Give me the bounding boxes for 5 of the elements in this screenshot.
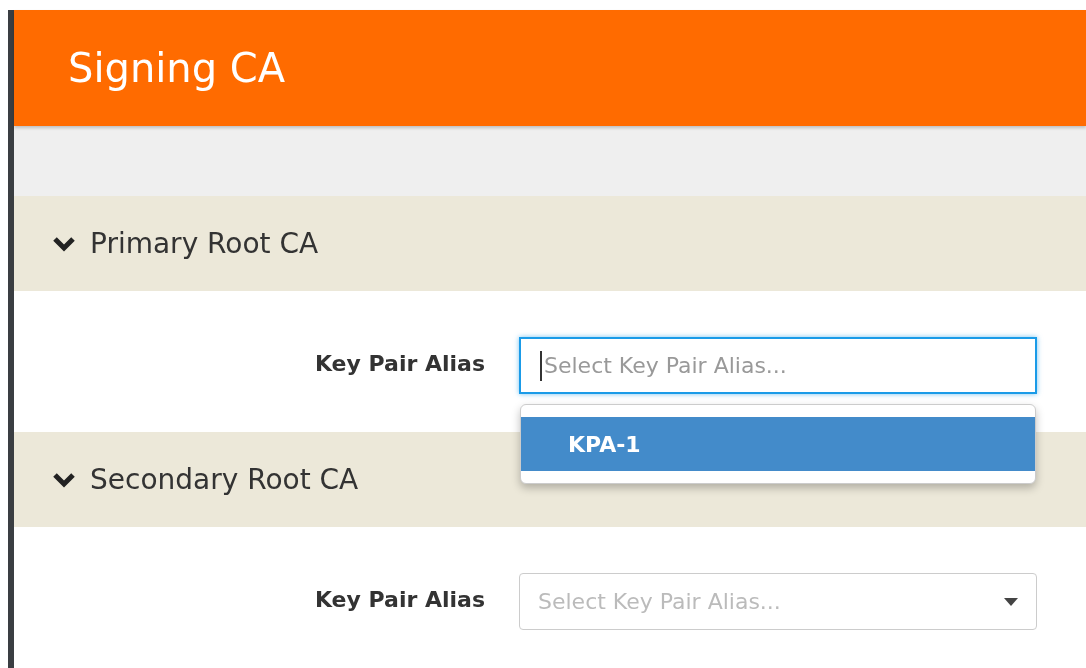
page-title: Signing CA xyxy=(68,44,286,91)
field-label: Key Pair Alias xyxy=(313,350,485,376)
field-label: Key Pair Alias xyxy=(313,586,485,612)
section-title: Primary Root CA xyxy=(90,227,319,260)
section-title: Secondary Root CA xyxy=(90,463,359,496)
